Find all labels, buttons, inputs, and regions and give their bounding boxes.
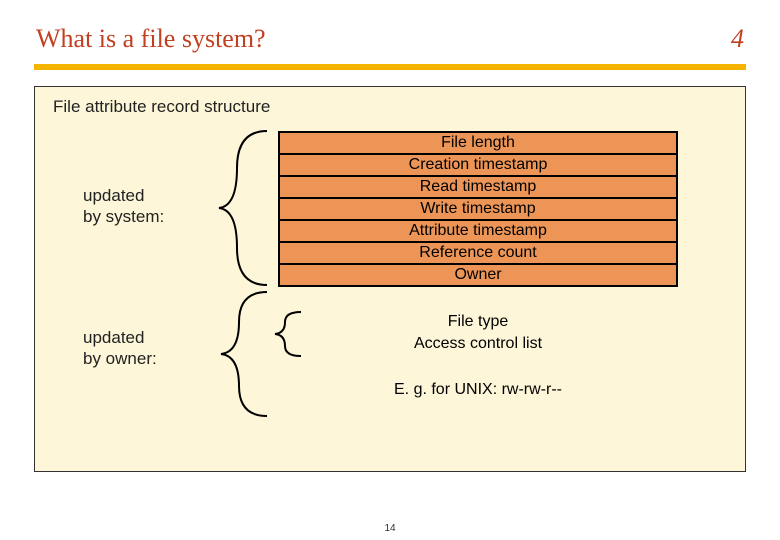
attr-reference-count: Reference count — [278, 241, 678, 265]
attribute-stack: File length Creation timestamp Read time… — [278, 131, 678, 287]
attribute-diagram: updated by system: updated by owner: Fil… — [53, 131, 727, 451]
slide-number: 4 — [731, 24, 744, 54]
slide-title: What is a file system? — [36, 24, 266, 54]
attr-write-timestamp: Write timestamp — [278, 197, 678, 221]
attr-read-timestamp: Read timestamp — [278, 175, 678, 199]
attr-owner: Owner — [278, 263, 678, 287]
attr-file-type: File type — [318, 313, 638, 331]
page-number: 14 — [384, 523, 395, 534]
brace-system-icon — [213, 128, 267, 288]
brace-owner-sub-icon — [271, 309, 301, 359]
divider-line — [34, 64, 746, 70]
label-system-text: updated by system: — [83, 186, 164, 226]
label-owner-text: updated by owner: — [83, 328, 157, 368]
attr-creation-timestamp: Creation timestamp — [278, 153, 678, 177]
attr-attribute-timestamp: Attribute timestamp — [278, 219, 678, 243]
content-subtitle: File attribute record structure — [53, 97, 727, 117]
label-updated-by-system: updated by system: — [83, 185, 164, 228]
attr-access-control-list: Access control list — [318, 335, 638, 353]
unix-example: E. g. for UNIX: rw-rw-r-- — [288, 381, 668, 399]
slide-header: What is a file system? 4 — [0, 0, 780, 64]
attr-file-length: File length — [278, 131, 678, 155]
label-updated-by-owner: updated by owner: — [83, 327, 157, 370]
content-panel: File attribute record structure updated … — [34, 86, 746, 472]
brace-owner-icon — [215, 289, 267, 419]
